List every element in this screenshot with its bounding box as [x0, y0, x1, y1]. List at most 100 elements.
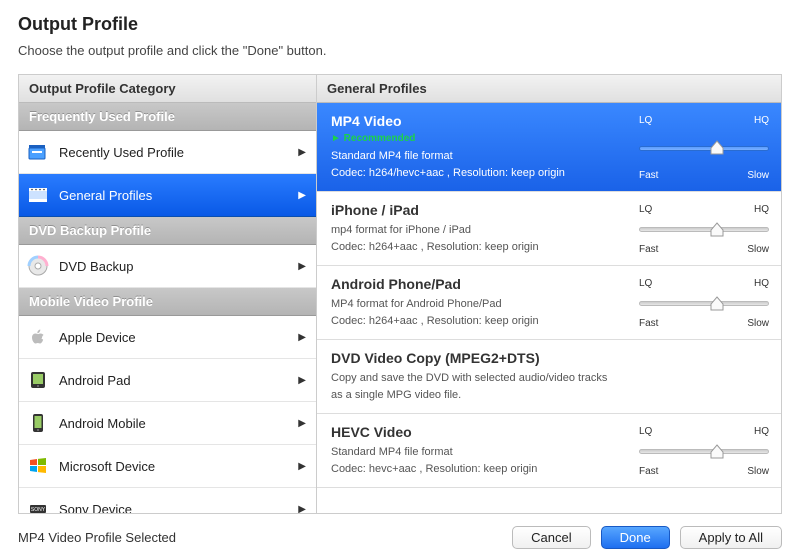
quality-block: LQHQFastSlow — [639, 202, 769, 255]
profile-title: MP4 Video — [331, 113, 629, 129]
lq-label: LQ — [639, 426, 652, 437]
page-title: Output Profile — [18, 14, 782, 35]
slider-track — [639, 227, 769, 232]
slow-label: Slow — [747, 244, 769, 255]
cancel-button[interactable]: Cancel — [512, 526, 590, 549]
fast-label: Fast — [639, 170, 658, 181]
content: General Profiles MP4 Video ► Recommended S… — [317, 75, 781, 513]
profile-desc: Standard MP4 file format — [331, 148, 629, 165]
chevron-right-icon: ▶ — [298, 190, 306, 201]
sidebar-item[interactable]: General Profiles ▶ — [19, 174, 316, 217]
sidebar-item[interactable]: Microsoft Device▶ — [19, 445, 316, 488]
profile-info: Android Phone/Pad MP4 format for Android … — [331, 276, 629, 329]
slider-thumb-icon[interactable] — [709, 444, 725, 460]
sidebar-item-label: Sony Device — [59, 502, 132, 514]
sidebar-item[interactable]: Android Pad ▶ — [19, 359, 316, 402]
sidebar-item[interactable]: Android Mobile▶ — [19, 402, 316, 445]
lq-label: LQ — [639, 115, 652, 126]
sidebar-item[interactable]: Apple Device ▶ — [19, 316, 316, 359]
quality-slider[interactable] — [639, 221, 769, 239]
profile-item[interactable]: HEVC Video Standard MP4 file formatCodec:… — [317, 414, 781, 488]
quality-block: LQ HQ Fast Slow — [639, 276, 769, 329]
hq-label: HQ — [754, 115, 769, 126]
fast-label: Fast — [639, 466, 658, 477]
profile-title: DVD Video Copy (MPEG2+DTS) — [331, 350, 769, 366]
hq-label: HQ — [754, 204, 769, 215]
slow-label: Slow — [747, 318, 769, 329]
profile-info: iPhone / iPad mp4 format for iPhone / iPa… — [331, 202, 629, 255]
chevron-right-icon: ▶ — [298, 332, 306, 343]
sidebar-item-label: Android Pad — [59, 373, 131, 388]
profile-codec: Codec: h264/hevc+aac , Resolution: keep … — [331, 165, 629, 182]
sidebar-section-header: Mobile Video Profile — [19, 288, 316, 316]
chevron-right-icon: ▶ — [298, 375, 306, 386]
chevron-right-icon: ▶ — [298, 461, 306, 472]
recent-icon — [27, 141, 49, 163]
android2-icon — [27, 412, 49, 434]
chevron-right-icon: ▶ — [298, 261, 306, 272]
sony-icon: SONY — [27, 498, 49, 513]
profile-title: HEVC Video — [331, 424, 629, 440]
hq-label: HQ — [754, 426, 769, 437]
profile-item[interactable]: Android Phone/Pad MP4 format for Android … — [317, 266, 781, 340]
profile-item[interactable]: MP4 Video ► Recommended Standard MP4 file … — [317, 103, 781, 192]
windows-icon — [27, 455, 49, 477]
android-icon — [27, 369, 49, 391]
profile-desc: Copy and save the DVD with selected audi… — [331, 370, 769, 403]
profile-title: iPhone / iPad — [331, 202, 629, 218]
sidebar-item-label: DVD Backup — [59, 259, 133, 274]
profiles-list: MP4 Video ► Recommended Standard MP4 file … — [317, 103, 781, 513]
sidebar-item[interactable]: DVD Backup ▶ — [19, 245, 316, 288]
sidebar-section-header: Frequently Used Profile — [19, 103, 316, 131]
quality-block: LQ HQ Fast Slow — [639, 113, 769, 181]
slow-label: Slow — [747, 170, 769, 181]
profile-item[interactable]: iPhone / iPad mp4 format for iPhone / iPa… — [317, 192, 781, 266]
profile-info: DVD Video Copy (MPEG2+DTS) Copy and save … — [331, 350, 769, 403]
chevron-right-icon: ▶ — [298, 418, 306, 429]
sidebar-item[interactable]: SONY Sony Device ▶ — [19, 488, 316, 513]
profile-desc: Standard MP4 file format — [331, 444, 629, 461]
profile-codec: Codec: hevc+aac , Resolution: keep origi… — [331, 461, 629, 478]
slider-thumb-icon[interactable] — [709, 222, 725, 238]
sidebar-item-label: Recently Used Profile — [59, 145, 184, 160]
main-panel: Output Profile Category Frequently Used … — [18, 74, 782, 514]
profile-desc: mp4 format for iPhone / iPad — [331, 222, 629, 239]
sidebar-header: Output Profile Category — [19, 75, 316, 103]
sidebar-item-label: Apple Device — [59, 330, 136, 345]
slider-thumb-icon[interactable] — [709, 296, 725, 312]
chevron-right-icon: ▶ — [298, 504, 306, 514]
page-subtitle: Choose the output profile and click the … — [18, 43, 782, 58]
slider-track — [639, 301, 769, 306]
profile-info: MP4 Video ► Recommended Standard MP4 file … — [331, 113, 629, 181]
recommended-badge: ► Recommended — [331, 133, 629, 144]
quality-block: LQ HQ Fast Slow — [639, 424, 769, 477]
profile-title: Android Phone/Pad — [331, 276, 629, 292]
chevron-right-icon: ▶ — [298, 147, 306, 158]
fast-label: Fast — [639, 318, 658, 329]
sidebar-item-label: General Profiles — [59, 188, 152, 203]
profile-desc: MP4 format for Android Phone/Pad — [331, 296, 629, 313]
apply-all-button[interactable]: Apply to All — [680, 526, 782, 549]
profile-codec: Codec: h264+aac , Resolution: keep origi… — [331, 313, 629, 330]
apple-icon — [27, 326, 49, 348]
done-button[interactable]: Done — [601, 526, 670, 549]
lq-label: LQ — [639, 278, 652, 289]
disc-icon — [27, 255, 49, 277]
hq-label: HQ — [754, 278, 769, 289]
quality-slider[interactable] — [639, 139, 769, 157]
footer: MP4 Video Profile Selected Cancel Done A… — [0, 515, 800, 559]
profile-item[interactable]: DVD Video Copy (MPEG2+DTS) Copy and save … — [317, 340, 781, 414]
profile-codec: Codec: h264+aac , Resolution: keep origi… — [331, 239, 629, 256]
profile-info: HEVC Video Standard MP4 file formatCodec:… — [331, 424, 629, 477]
sidebar-item[interactable]: Recently Used Profile ▶ — [19, 131, 316, 174]
slow-label: Slow — [747, 466, 769, 477]
status-text: MP4 Video Profile Selected — [18, 530, 502, 545]
slider-thumb-icon[interactable] — [709, 140, 725, 156]
quality-slider[interactable] — [639, 443, 769, 461]
quality-slider[interactable] — [639, 295, 769, 313]
lq-label: LQ — [639, 204, 652, 215]
slider-track — [639, 449, 769, 454]
sidebar: Output Profile Category Frequently Used … — [19, 75, 317, 513]
content-header: General Profiles — [317, 75, 781, 103]
sidebar-section-header: DVD Backup Profile — [19, 217, 316, 245]
